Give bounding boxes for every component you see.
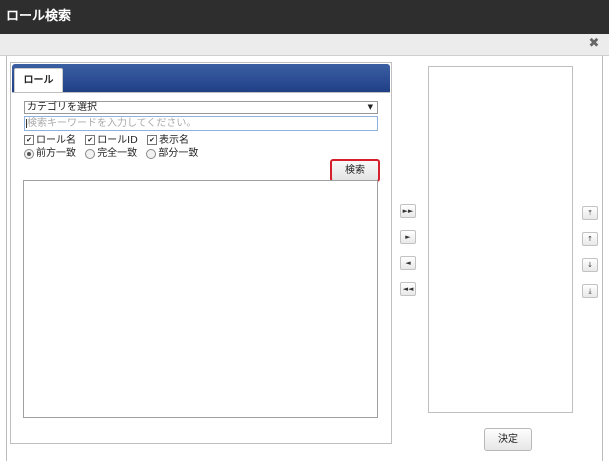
category-select[interactable]: カテゴリを選択 ▼ [24, 101, 378, 114]
window-title: ロール検索 [0, 0, 609, 34]
move-up-button[interactable]: ↑ [582, 232, 598, 246]
field-checkbox-role-id[interactable]: ✔ ロールID [85, 134, 138, 147]
selected-roles-list[interactable] [428, 66, 573, 413]
text-caret [26, 119, 27, 128]
move-bottom-button[interactable]: ⤓ [582, 284, 598, 298]
field-checkbox-display-name[interactable]: ✔ 表示名 [147, 134, 189, 147]
tab-divider [12, 92, 390, 93]
move-down-button[interactable]: ↓ [582, 258, 598, 272]
tab-strip [12, 64, 390, 92]
checkbox-icon: ✔ [85, 135, 96, 145]
chevron-down-icon: ▼ [367, 103, 373, 111]
match-label: 完全一致 [97, 148, 138, 159]
field-checkbox-role-name[interactable]: ✔ ロール名 [24, 134, 76, 147]
radio-icon [85, 148, 96, 159]
search-field-options: ✔ ロール名 ✔ ロールID ✔ 表示名 [24, 133, 324, 146]
remove-all-button[interactable]: ◄◄ [400, 282, 416, 296]
close-icon[interactable]: ✖ [587, 36, 601, 52]
add-all-button[interactable]: ►► [400, 204, 416, 218]
match-radio-prefix[interactable]: 前方一致 [24, 147, 76, 160]
tab-role[interactable]: ロール [14, 68, 63, 92]
remove-button[interactable]: ◄ [400, 256, 416, 270]
match-radio-partial[interactable]: 部分一致 [146, 147, 198, 160]
move-top-button[interactable]: ⤒ [582, 206, 598, 220]
match-label: 前方一致 [36, 148, 76, 159]
checkbox-icon: ✔ [147, 135, 158, 145]
search-results-list[interactable] [23, 180, 378, 418]
add-button[interactable]: ► [400, 230, 416, 244]
search-button[interactable]: 検索 [330, 159, 380, 182]
keyword-input[interactable]: 検索キーワードを入力してください。 [24, 116, 378, 131]
match-radio-exact[interactable]: 完全一致 [85, 147, 137, 160]
keyword-placeholder: 検索キーワードを入力してください。 [27, 118, 197, 129]
radio-selected-icon [24, 148, 34, 159]
decide-button[interactable]: 決定 [484, 428, 532, 451]
dialog-toolbar: ✖ [0, 34, 609, 56]
field-label: 表示名 [159, 134, 190, 146]
field-label: ロールID [97, 134, 138, 146]
checkbox-icon: ✔ [24, 135, 34, 145]
match-label: 部分一致 [158, 148, 199, 159]
radio-icon [146, 148, 157, 159]
match-mode-options: 前方一致 完全一致 部分一致 [24, 147, 324, 160]
field-label: ロール名 [36, 134, 76, 146]
category-select-value: カテゴリを選択 [27, 102, 97, 113]
